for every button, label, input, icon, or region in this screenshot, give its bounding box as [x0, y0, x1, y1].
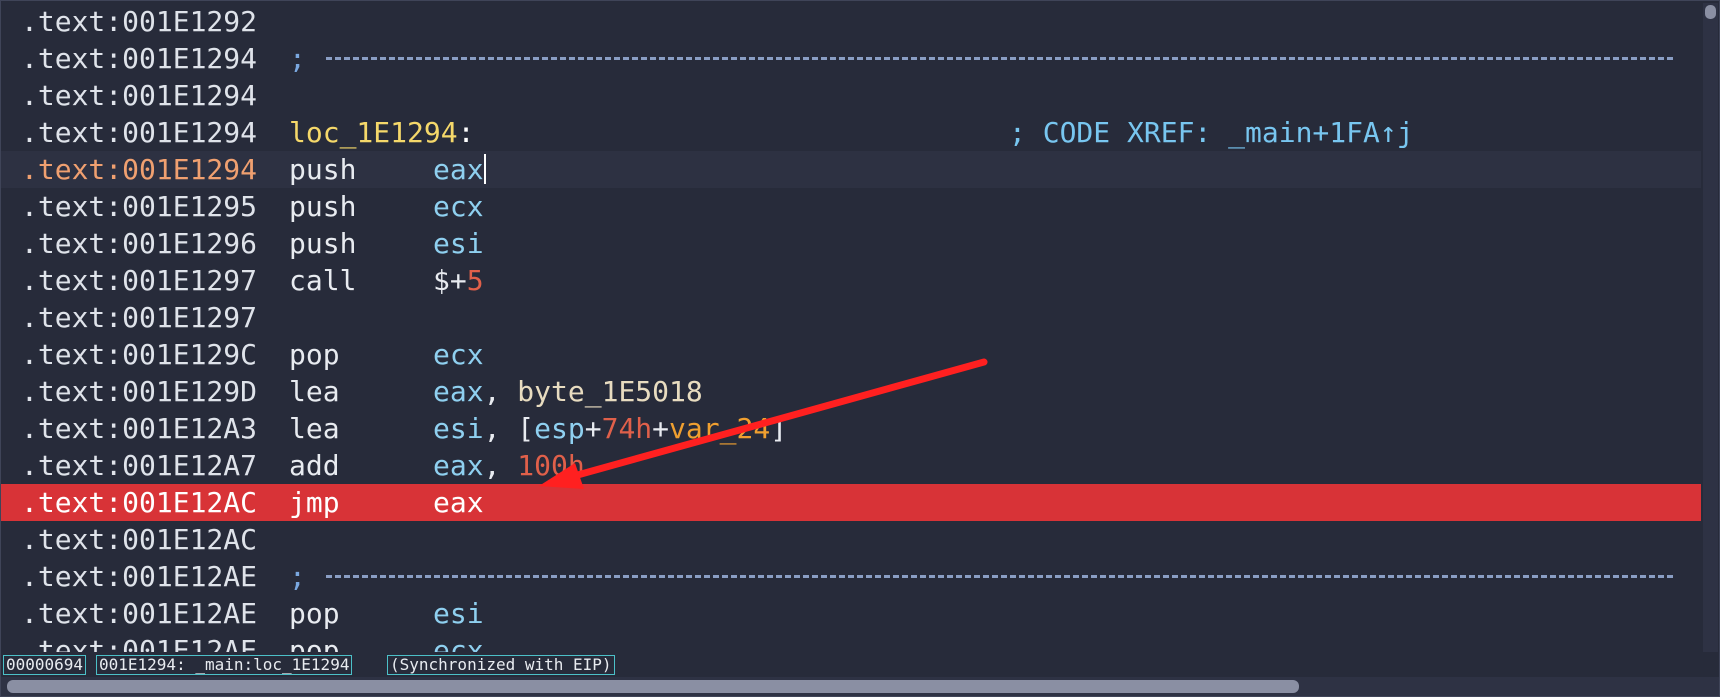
- mnemonic: call: [289, 264, 357, 297]
- address: .text:001E1297: [21, 264, 258, 297]
- stack-variable[interactable]: var_24: [669, 412, 770, 445]
- listing-line[interactable]: .text:001E12AC: [1, 521, 1701, 558]
- current-location: 001E1294: _main:loc_1E1294: [96, 655, 353, 675]
- address: .text:001E12AE: [21, 560, 258, 593]
- instruction-line[interactable]: .text:001E12AE pop ecx: [1, 632, 1701, 652]
- operand-comma: ,: [483, 412, 518, 445]
- horizontal-scroll-thumb[interactable]: [7, 680, 1299, 693]
- vertical-scroll-thumb[interactable]: [1705, 5, 1716, 19]
- immediate-value[interactable]: 100h: [517, 449, 584, 482]
- register-operand[interactable]: eax: [433, 449, 484, 482]
- plus-sign: +: [652, 412, 670, 445]
- mnemonic: pop: [289, 634, 340, 652]
- separator-semicolon: ;: [289, 42, 306, 75]
- separator-line[interactable]: .text:001E12AE ;: [1, 558, 1701, 595]
- register-operand[interactable]: eax: [433, 153, 484, 186]
- bracket-close: ]: [770, 412, 788, 445]
- address: .text:001E129C: [21, 338, 258, 371]
- mnemonic: push: [289, 190, 357, 223]
- file-offset: 00000694: [3, 655, 87, 675]
- instruction-line[interactable]: .text:001E1297 call $+5: [1, 262, 1701, 299]
- xref-comment[interactable]: ; CODE XREF: _main+1FA↑j: [1009, 114, 1414, 151]
- mnemonic: push: [289, 153, 357, 186]
- operands: $+5: [433, 262, 484, 299]
- operand-comma: ,: [483, 449, 518, 482]
- mnemonic: pop: [289, 338, 340, 371]
- instruction-line[interactable]: .text:001E129C pop ecx: [1, 336, 1701, 373]
- register-operand[interactable]: ecx: [433, 632, 484, 652]
- separator-dashes: [326, 575, 1673, 578]
- label-name[interactable]: loc_1E1294: [289, 116, 458, 149]
- disassembly-window: .text:001E1292 .text:001E1294 ; .text:00…: [0, 0, 1720, 697]
- status-bar: 00000694 001E1294: _main:loc_1E1294 (Syn…: [1, 653, 1701, 675]
- instruction-line[interactable]: .text:001E1296 push esi: [1, 225, 1701, 262]
- displacement-value[interactable]: 74h: [602, 412, 653, 445]
- address: .text:001E12A7: [21, 449, 258, 482]
- mnemonic: add: [289, 449, 340, 482]
- mnemonic: pop: [289, 597, 340, 630]
- label-colon: :: [457, 116, 475, 149]
- address: .text:001E12AE: [21, 597, 258, 630]
- mnemonic: lea: [289, 412, 340, 445]
- address: .text:001E129D: [21, 375, 258, 408]
- separator-semicolon: ;: [289, 560, 306, 593]
- symbol-operand[interactable]: byte_1E5018: [517, 375, 702, 408]
- address: .text:001E12AC: [21, 486, 258, 519]
- separator-line[interactable]: .text:001E1294 ;: [1, 40, 1701, 77]
- operand-comma: ,: [483, 375, 518, 408]
- register-operand[interactable]: ecx: [433, 188, 484, 225]
- bracket-open: [: [517, 412, 535, 445]
- text-cursor: [483, 154, 486, 184]
- address: .text:001E1295: [21, 190, 258, 223]
- plus-sign: +: [584, 412, 602, 445]
- address: .text:001E1294: [21, 79, 258, 112]
- horizontal-scrollbar[interactable]: [1, 677, 1719, 696]
- relative-target[interactable]: $+: [433, 264, 467, 297]
- mnemonic: push: [289, 227, 357, 260]
- vertical-scrollbar[interactable]: [1703, 3, 1718, 652]
- instruction-line[interactable]: .text:001E129D lea eax, byte_1E5018: [1, 373, 1701, 410]
- sync-status: (Synchronized with EIP): [387, 655, 615, 675]
- address: .text:001E12A3: [21, 412, 258, 445]
- address: .text:001E1294: [21, 42, 258, 75]
- current-line[interactable]: .text:001E1294 push eax: [1, 151, 1701, 188]
- address: .text:001E12AC: [21, 523, 258, 556]
- highlighted-instruction-line[interactable]: .text:001E12AC jmp eax: [1, 484, 1701, 521]
- immediate-value[interactable]: 5: [467, 264, 484, 297]
- register-operand[interactable]: esi: [433, 225, 484, 262]
- listing-line[interactable]: .text:001E1294: [1, 77, 1701, 114]
- address: .text:001E1297: [21, 301, 258, 334]
- register-operand[interactable]: eax: [433, 375, 484, 408]
- mnemonic: jmp: [289, 486, 340, 519]
- address: .text:001E1294: [21, 116, 258, 149]
- operands: eax: [433, 151, 486, 188]
- operands: esi, [esp+74h+var_24]: [433, 410, 787, 447]
- operands: eax, byte_1E5018: [433, 373, 703, 410]
- mnemonic: lea: [289, 375, 340, 408]
- register-operand[interactable]: esi: [433, 595, 484, 632]
- instruction-line[interactable]: .text:001E12AE pop esi: [1, 595, 1701, 632]
- current-address: .text:001E1294: [21, 153, 258, 186]
- listing-line[interactable]: .text:001E1292: [1, 3, 1701, 40]
- base-register[interactable]: esp: [534, 412, 585, 445]
- address: .text:001E1292: [21, 5, 258, 38]
- operands: eax, 100h: [433, 447, 585, 484]
- instruction-line[interactable]: .text:001E1295 push ecx: [1, 188, 1701, 225]
- listing-line[interactable]: .text:001E1297: [1, 299, 1701, 336]
- register-operand[interactable]: eax: [433, 484, 484, 521]
- label-line[interactable]: .text:001E1294 loc_1E1294: ; CODE XREF: …: [1, 114, 1701, 151]
- separator-dashes: [326, 57, 1673, 60]
- disassembly-listing[interactable]: .text:001E1292 .text:001E1294 ; .text:00…: [1, 3, 1701, 652]
- instruction-line[interactable]: .text:001E12A7 add eax, 100h: [1, 447, 1701, 484]
- code-label[interactable]: loc_1E1294:: [289, 114, 474, 151]
- register-operand[interactable]: ecx: [433, 336, 484, 373]
- register-operand[interactable]: esi: [433, 412, 484, 445]
- address: .text:001E12AE: [21, 634, 258, 652]
- address: .text:001E1296: [21, 227, 258, 260]
- instruction-line[interactable]: .text:001E12A3 lea esi, [esp+74h+var_24]: [1, 410, 1701, 447]
